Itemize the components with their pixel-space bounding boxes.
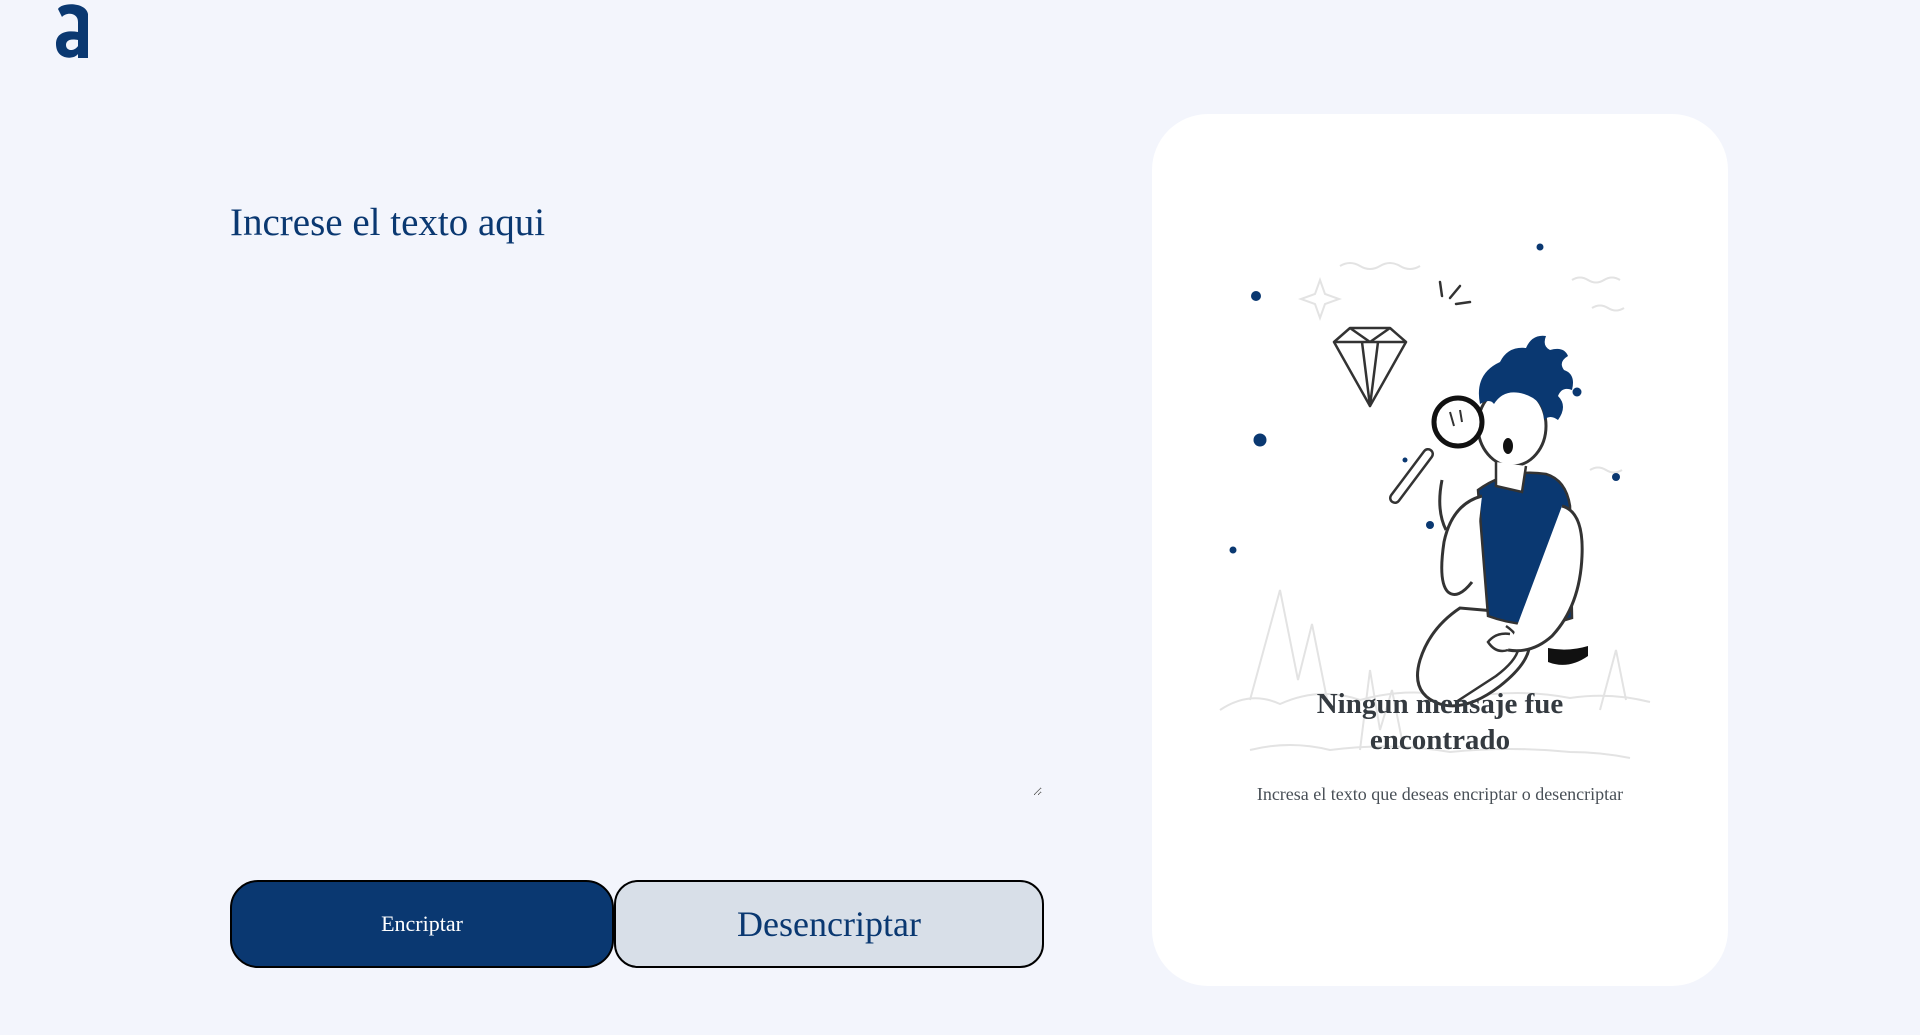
alura-logo-icon <box>56 4 88 58</box>
output-panel: Ningun mensaje fue encontrado Incresa el… <box>1152 114 1728 986</box>
encrypt-button[interactable]: Encriptar <box>230 880 614 968</box>
text-input[interactable] <box>230 200 1042 796</box>
decrypt-button[interactable]: Desencriptar <box>614 880 1044 968</box>
empty-state-title: Ningun mensaje fue encontrado <box>1316 688 1564 756</box>
empty-state-subtitle: Incresa el texto que deseas encriptar o … <box>1256 784 1624 804</box>
